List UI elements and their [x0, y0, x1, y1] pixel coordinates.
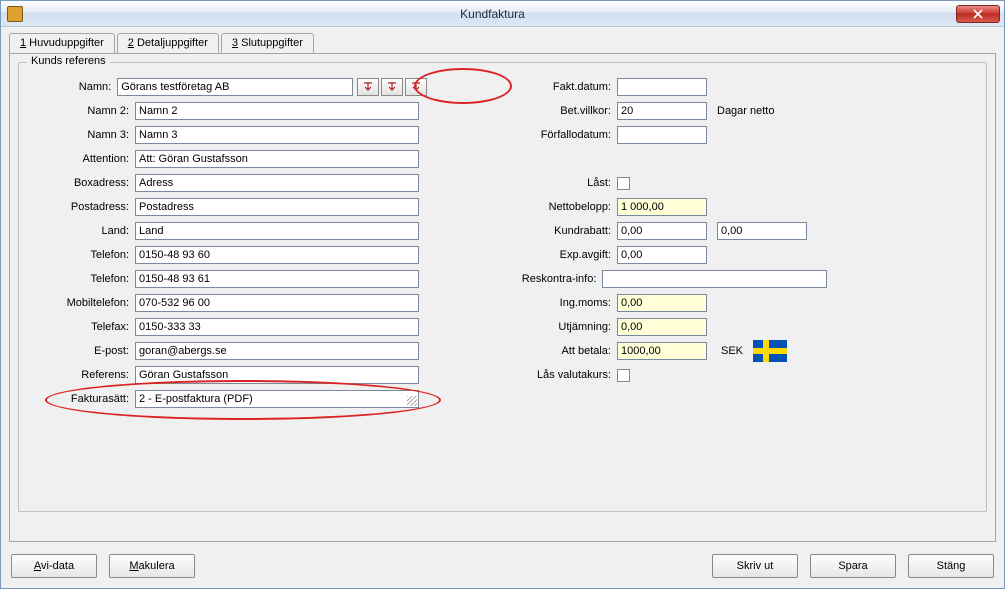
input-telefax[interactable] [135, 318, 419, 336]
input-referens[interactable] [135, 366, 419, 384]
arrow-button-3[interactable] [405, 78, 427, 96]
button-stang[interactable]: Stäng [908, 554, 994, 578]
input-telefon2[interactable] [135, 270, 419, 288]
label-boxadress: Boxadress: [27, 177, 135, 189]
window-title: Kundfaktura [29, 7, 956, 21]
button-makulera[interactable]: Makulera [109, 554, 195, 578]
flag-sweden-icon [753, 340, 787, 362]
checkbox-lasvalutakurs[interactable] [617, 369, 630, 382]
input-namn2[interactable] [135, 102, 419, 120]
label-postadress: Postadress: [27, 201, 135, 213]
right-column: Fakt.datum: Bet.villkor: Dagar netto Förf… [507, 77, 827, 413]
arrow-button-group [357, 78, 427, 96]
input-forfallodatum[interactable] [617, 126, 707, 144]
label-namn: Namn: [27, 81, 117, 93]
tab-detaljuppgifter[interactable]: 2 Detaljuppgifter [117, 33, 219, 53]
label-lasvalutakurs: Lås valutakurs: [507, 369, 617, 381]
button-avidata[interactable]: Avi-data [11, 554, 97, 578]
footer: Avi-data Makulera Skriv ut Spara Stäng [1, 548, 1004, 588]
input-postadress[interactable] [135, 198, 419, 216]
arrow-down-icon [411, 82, 421, 92]
label-betvillkor: Bet.villkor: [507, 105, 617, 117]
label-namn3: Namn 3: [27, 129, 135, 141]
input-ingmoms[interactable] [617, 294, 707, 312]
label-reskontra: Reskontra-info: [507, 273, 602, 285]
text-currency: SEK [721, 345, 743, 357]
arrow-down-icon [387, 82, 397, 92]
label-expavgift: Exp.avgift: [507, 249, 617, 261]
combo-fakturasatt[interactable]: 2 - E-postfaktura (PDF) [135, 390, 419, 408]
label-last: Låst: [507, 177, 617, 189]
text-dagar-netto: Dagar netto [717, 105, 774, 117]
label-telefon2: Telefon: [27, 273, 135, 285]
left-column: Namn: Namn 2: Namn 3: Attention: Boxadre… [27, 77, 427, 413]
tab-slutuppgifter[interactable]: 3 Slutuppgifter [221, 33, 314, 53]
tab-panel: Kunds referens Namn: Namn 2: Namn 3: [9, 53, 996, 542]
input-attention[interactable] [135, 150, 419, 168]
input-mobil[interactable] [135, 294, 419, 312]
input-reskontra[interactable] [602, 270, 827, 288]
input-utjamning[interactable] [617, 318, 707, 336]
label-namn2: Namn 2: [27, 105, 135, 117]
input-namn[interactable] [117, 78, 353, 96]
resize-grip-icon [407, 396, 417, 406]
app-icon [7, 6, 23, 22]
label-epost: E-post: [27, 345, 135, 357]
arrow-button-1[interactable] [357, 78, 379, 96]
label-nettobelopp: Nettobelopp: [507, 201, 617, 213]
input-faktdatum[interactable] [617, 78, 707, 96]
titlebar: Kundfaktura [1, 1, 1004, 27]
checkbox-last[interactable] [617, 177, 630, 190]
input-betvillkor[interactable] [617, 102, 707, 120]
group-kunds-referens: Kunds referens Namn: Namn 2: Namn 3: [18, 62, 987, 512]
group-title: Kunds referens [27, 55, 110, 67]
arrow-button-2[interactable] [381, 78, 403, 96]
label-referens: Referens: [27, 369, 135, 381]
window: Kundfaktura 1 Huvuduppgifter 2 Detaljupp… [0, 0, 1005, 589]
input-namn3[interactable] [135, 126, 419, 144]
button-skrivut[interactable]: Skriv ut [712, 554, 798, 578]
combo-fakturasatt-value: 2 - E-postfaktura (PDF) [139, 393, 253, 405]
label-utjamning: Utjämning: [507, 321, 617, 333]
close-icon [973, 9, 983, 19]
input-land[interactable] [135, 222, 419, 240]
input-nettobelopp[interactable] [617, 198, 707, 216]
label-attention: Attention: [27, 153, 135, 165]
tab-huvuduppgifter[interactable]: 1 Huvuduppgifter [9, 33, 115, 53]
input-kundrabatt[interactable] [617, 222, 707, 240]
input-expavgift[interactable] [617, 246, 707, 264]
label-mobil: Mobiltelefon: [27, 297, 135, 309]
label-attbetala: Att betala: [507, 345, 617, 357]
label-telefax: Telefax: [27, 321, 135, 333]
label-ingmoms: Ing.moms: [507, 297, 617, 309]
input-epost[interactable] [135, 342, 419, 360]
button-spara[interactable]: Spara [810, 554, 896, 578]
input-telefon1[interactable] [135, 246, 419, 264]
input-boxadress[interactable] [135, 174, 419, 192]
arrow-down-icon [363, 82, 373, 92]
close-button[interactable] [956, 5, 1000, 23]
label-telefon1: Telefon: [27, 249, 135, 261]
label-faktdatum: Fakt.datum: [507, 81, 617, 93]
label-fakturasatt: Fakturasätt: [27, 393, 135, 405]
label-land: Land: [27, 225, 135, 237]
label-kundrabatt: Kundrabatt: [507, 225, 617, 237]
label-forfallodatum: Förfallodatum: [507, 129, 617, 141]
input-kundrabatt-2[interactable] [717, 222, 807, 240]
tabstrip: 1 Huvuduppgifter 2 Detaljuppgifter 3 Slu… [1, 27, 1004, 53]
input-attbetala[interactable] [617, 342, 707, 360]
